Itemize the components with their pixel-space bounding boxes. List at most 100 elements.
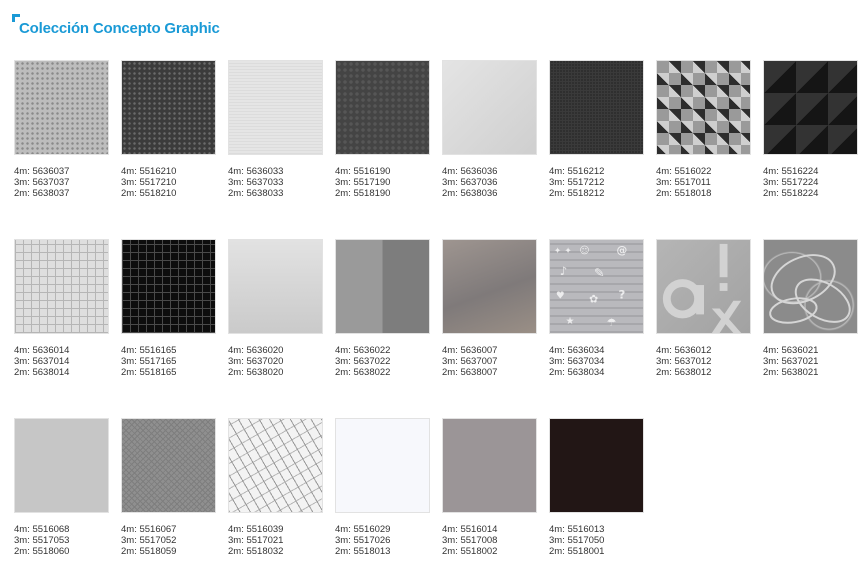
code-3m: 3m: 5517011 xyxy=(656,177,711,188)
code-3m: 3m: 5517021 xyxy=(228,535,284,546)
swatch-card[interactable]: 4m: 5636007 3m: 5637007 2m: 5638007 xyxy=(442,239,537,409)
code-4m: 4m: 5516068 xyxy=(14,524,70,535)
code-2m: 2m: 5518001 xyxy=(549,546,605,557)
swatch-codes: 4m: 5516039 3m: 5517021 2m: 5518032 xyxy=(228,524,323,557)
swatch-card[interactable]: 4m: 5516022 3m: 5517011 2m: 5518018 xyxy=(656,60,751,230)
swatch-image[interactable] xyxy=(442,60,537,155)
svg-text:♪: ♪ xyxy=(560,264,568,278)
swatch-card[interactable]: 4m: 5636012 3m: 5637012 2m: 5638012 xyxy=(656,239,751,409)
swatch-card[interactable]: 4m: 5516013 3m: 5517050 2m: 5518001 xyxy=(549,418,644,588)
swatch-image[interactable] xyxy=(121,60,216,155)
swatch-image[interactable] xyxy=(442,239,537,334)
svg-text:?: ? xyxy=(619,288,626,302)
swatch-image[interactable] xyxy=(656,60,751,155)
swatch-image[interactable] xyxy=(335,239,430,334)
code-3m: 3m: 5637036 xyxy=(442,177,498,188)
svg-text:♥: ♥ xyxy=(556,291,565,302)
swatch-codes: 4m: 5516068 3m: 5517053 2m: 5518060 xyxy=(14,524,109,557)
code-2m: 2m: 5518212 xyxy=(549,188,605,199)
code-4m: 4m: 5516014 xyxy=(442,524,498,535)
swatch-image[interactable] xyxy=(549,60,644,155)
swatch-codes: 4m: 5636012 3m: 5637012 2m: 5638012 xyxy=(656,345,751,378)
swatch-codes: 4m: 5516022 3m: 5517011 2m: 5518018 xyxy=(656,166,751,199)
swatch-card[interactable]: 4m: 5636022 3m: 5637022 2m: 5638022 xyxy=(335,239,430,409)
swatch-codes: 4m: 5516029 3m: 5517026 2m: 5518013 xyxy=(335,524,430,557)
code-2m: 2m: 5518224 xyxy=(763,188,819,199)
swatch-card[interactable]: 4m: 5516210 3m: 5517210 2m: 5518210 xyxy=(121,60,216,230)
swatch-card[interactable]: 4m: 5516212 3m: 5517212 2m: 5518212 xyxy=(549,60,644,230)
swatch-card[interactable]: ✦ ✦ ☺ @ ♪ ✎ ♥ ✿? ★ ☂ 4m: 5636034 3m: 5637034 2m: 56… xyxy=(549,239,644,409)
swatch-card[interactable]: 4m: 5636021 3m: 5637021 2m: 5638021 xyxy=(763,239,858,409)
code-3m: 3m: 5637007 xyxy=(442,356,498,367)
swatch-codes: 4m: 5636033 3m: 5637033 2m: 5638033 xyxy=(228,166,323,199)
code-4m: 4m: 5516212 xyxy=(549,166,605,177)
svg-text:✎: ✎ xyxy=(594,265,605,280)
swatch-image[interactable] xyxy=(121,239,216,334)
code-4m: 4m: 5516039 xyxy=(228,524,284,535)
swatch-codes: 4m: 5516013 3m: 5517050 2m: 5518001 xyxy=(549,524,644,557)
swatch-card[interactable]: 4m: 5516039 3m: 5517021 2m: 5518032 xyxy=(228,418,323,588)
swatch-image[interactable]: ✦ ✦ ☺ @ ♪ ✎ ♥ ✿? ★ ☂ xyxy=(549,239,644,334)
code-3m: 3m: 5637012 xyxy=(656,356,712,367)
swatch-card[interactable]: 4m: 5636037 3m: 5637037 2m: 5638037 xyxy=(14,60,109,230)
code-4m: 4m: 5516210 xyxy=(121,166,177,177)
code-2m: 2m: 5638034 xyxy=(549,367,605,378)
swatch-image[interactable] xyxy=(14,418,109,513)
code-2m: 2m: 5638021 xyxy=(763,367,819,378)
swatch-card[interactable]: 4m: 5516190 3m: 5517190 2m: 5518190 xyxy=(335,60,430,230)
code-4m: 4m: 5636033 xyxy=(228,166,284,177)
code-3m: 3m: 5517053 xyxy=(14,535,70,546)
code-3m: 3m: 5517190 xyxy=(335,177,391,188)
code-4m: 4m: 5636022 xyxy=(335,345,391,356)
swatch-grid: 4m: 5636037 3m: 5637037 2m: 5638037 4m: 55… xyxy=(14,60,858,588)
swatch-image[interactable] xyxy=(121,418,216,513)
code-4m: 4m: 5516022 xyxy=(656,166,712,177)
swatch-card[interactable]: 4m: 5516029 3m: 5517026 2m: 5518013 xyxy=(335,418,430,588)
swatch-card[interactable]: 4m: 5636020 3m: 5637020 2m: 5638020 xyxy=(228,239,323,409)
code-3m: 3m: 5517224 xyxy=(763,177,819,188)
swatch-card[interactable]: 4m: 5636014 3m: 5637014 2m: 5638014 xyxy=(14,239,109,409)
swatch-image[interactable] xyxy=(335,60,430,155)
code-4m: 4m: 5636007 xyxy=(442,345,498,356)
swatch-image[interactable] xyxy=(335,418,430,513)
swatch-image[interactable] xyxy=(763,60,858,155)
code-4m: 4m: 5636012 xyxy=(656,345,712,356)
swatch-card[interactable]: 4m: 5516014 3m: 5517008 2m: 5518002 xyxy=(442,418,537,588)
code-4m: 4m: 5516190 xyxy=(335,166,391,177)
swatch-image[interactable] xyxy=(228,239,323,334)
swatch-codes: 4m: 5636020 3m: 5637020 2m: 5638020 xyxy=(228,345,323,378)
code-4m: 4m: 5636037 xyxy=(14,166,70,177)
swatch-image[interactable] xyxy=(14,60,109,155)
svg-text:☂: ☂ xyxy=(607,316,617,329)
swatch-codes: 4m: 5636007 3m: 5637007 2m: 5638007 xyxy=(442,345,537,378)
code-2m: 2m: 5518060 xyxy=(14,546,70,557)
swatch-card[interactable]: 4m: 5516067 3m: 5517052 2m: 5518059 xyxy=(121,418,216,588)
swatch-image[interactable] xyxy=(228,60,323,155)
swatch-card[interactable]: 4m: 5516224 3m: 5517224 2m: 5518224 xyxy=(763,60,858,230)
code-2m: 2m: 5638007 xyxy=(442,367,498,378)
swatch-codes: 4m: 5516212 3m: 5517212 2m: 5518212 xyxy=(549,166,644,199)
code-2m: 2m: 5518013 xyxy=(335,546,391,557)
swatch-card[interactable]: 4m: 5636033 3m: 5637033 2m: 5638033 xyxy=(228,60,323,230)
swatch-image[interactable] xyxy=(14,239,109,334)
svg-text:@: @ xyxy=(617,244,628,257)
svg-text:★: ★ xyxy=(566,316,575,327)
page-title: Colección Concepto Graphic xyxy=(19,20,220,37)
swatch-image[interactable] xyxy=(656,239,751,334)
swatch-image[interactable] xyxy=(228,418,323,513)
swatch-image[interactable] xyxy=(549,418,644,513)
swatch-image[interactable] xyxy=(442,418,537,513)
swirl-lines-graphic xyxy=(769,254,851,324)
code-3m: 3m: 5517210 xyxy=(121,177,177,188)
code-4m: 4m: 5636014 xyxy=(14,345,70,356)
code-2m: 2m: 5638022 xyxy=(335,367,391,378)
swatch-card[interactable]: 4m: 5516068 3m: 5517053 2m: 5518060 xyxy=(14,418,109,588)
swatch-codes: 4m: 5516190 3m: 5517190 2m: 5518190 xyxy=(335,166,430,199)
swatch-image[interactable] xyxy=(763,239,858,334)
code-3m: 3m: 5637022 xyxy=(335,356,391,367)
swatch-card[interactable]: 4m: 5636036 3m: 5637036 2m: 5638036 xyxy=(442,60,537,230)
code-4m: 4m: 5516013 xyxy=(549,524,605,535)
svg-text:☺: ☺ xyxy=(579,246,589,257)
code-3m: 3m: 5517008 xyxy=(442,535,498,546)
swatch-card[interactable]: 4m: 5516165 3m: 5517165 2m: 5518165 xyxy=(121,239,216,409)
